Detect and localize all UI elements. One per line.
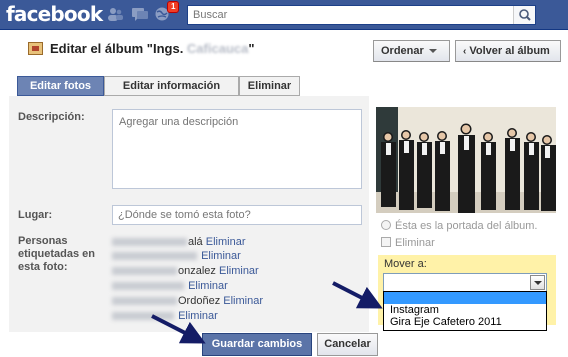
dropdown-option-empty[interactable] — [384, 292, 546, 304]
delete-photo-option[interactable]: Eliminar — [381, 237, 435, 249]
group-photo-image — [376, 107, 556, 213]
tab-delete[interactable]: Eliminar — [239, 76, 300, 96]
dropdown-option-gira[interactable]: Gira Eje Cafetero 2011 — [384, 316, 546, 328]
tagged-person-row: Ordoñez Eliminar — [112, 294, 263, 308]
description-label: Descripción: — [18, 111, 85, 123]
page-title: Editar el álbum "Ings. Caficauca" — [50, 41, 255, 56]
chevron-down-icon[interactable] — [530, 275, 545, 290]
back-to-album-button[interactable]: ‹ Volver al álbum — [455, 40, 561, 62]
order-button[interactable]: Ordenar — [373, 40, 450, 62]
cancel-button[interactable]: Cancelar — [317, 333, 378, 356]
messages-icon[interactable] — [132, 7, 148, 21]
place-field[interactable] — [112, 205, 362, 225]
cover-radio[interactable] — [381, 220, 391, 230]
remove-tag-link[interactable]: Eliminar — [188, 280, 228, 292]
top-navigation-bar: facebook 1 — [0, 0, 568, 30]
facebook-logo[interactable]: facebook — [6, 2, 103, 26]
move-to-select[interactable] — [383, 273, 547, 292]
tagged-person-row: onzalez Eliminar — [112, 264, 259, 278]
move-to-label: Mover a: — [384, 258, 427, 270]
place-label: Lugar: — [18, 209, 53, 221]
remove-tag-link[interactable]: Eliminar — [219, 265, 259, 277]
chevron-left-icon: ‹ — [463, 46, 467, 57]
cover-photo-option[interactable]: Ésta es la portada del álbum. — [381, 220, 537, 232]
search-box — [187, 5, 536, 25]
tagged-person-row: alá Eliminar — [112, 235, 245, 249]
tab-edit-photos[interactable]: Editar fotos — [17, 76, 104, 96]
tagged-person-row: Eliminar — [112, 249, 241, 263]
photo-thumbnail — [376, 107, 556, 213]
remove-tag-link[interactable]: Eliminar — [201, 250, 241, 262]
search-button[interactable] — [513, 6, 535, 24]
dropdown-option-instagram[interactable]: Instagram — [384, 304, 546, 316]
remove-tag-link[interactable]: Eliminar — [178, 310, 218, 322]
tab-edit-info[interactable]: Editar información — [104, 76, 239, 96]
friend-requests-icon[interactable] — [107, 7, 123, 21]
remove-tag-link[interactable]: Eliminar — [206, 236, 246, 248]
blurred-album-name: Caficauca — [186, 41, 249, 56]
tagged-person-row: Eliminar — [112, 279, 228, 293]
delete-checkbox[interactable] — [381, 237, 391, 247]
move-to-dropdown-list: Instagram Gira Eje Cafetero 2011 — [383, 291, 547, 331]
tagged-people-label: Personas etiquetadas en esta foto: — [18, 235, 96, 273]
search-icon — [519, 9, 531, 21]
album-icon — [28, 42, 43, 55]
remove-tag-link[interactable]: Eliminar — [223, 295, 263, 307]
save-changes-button[interactable]: Guardar cambios — [202, 333, 312, 356]
chevron-down-icon — [428, 49, 437, 54]
search-input[interactable] — [188, 6, 513, 24]
tagged-person-row: Eliminar — [112, 309, 218, 323]
notification-badge: 1 — [167, 1, 180, 13]
description-field[interactable] — [112, 109, 362, 189]
